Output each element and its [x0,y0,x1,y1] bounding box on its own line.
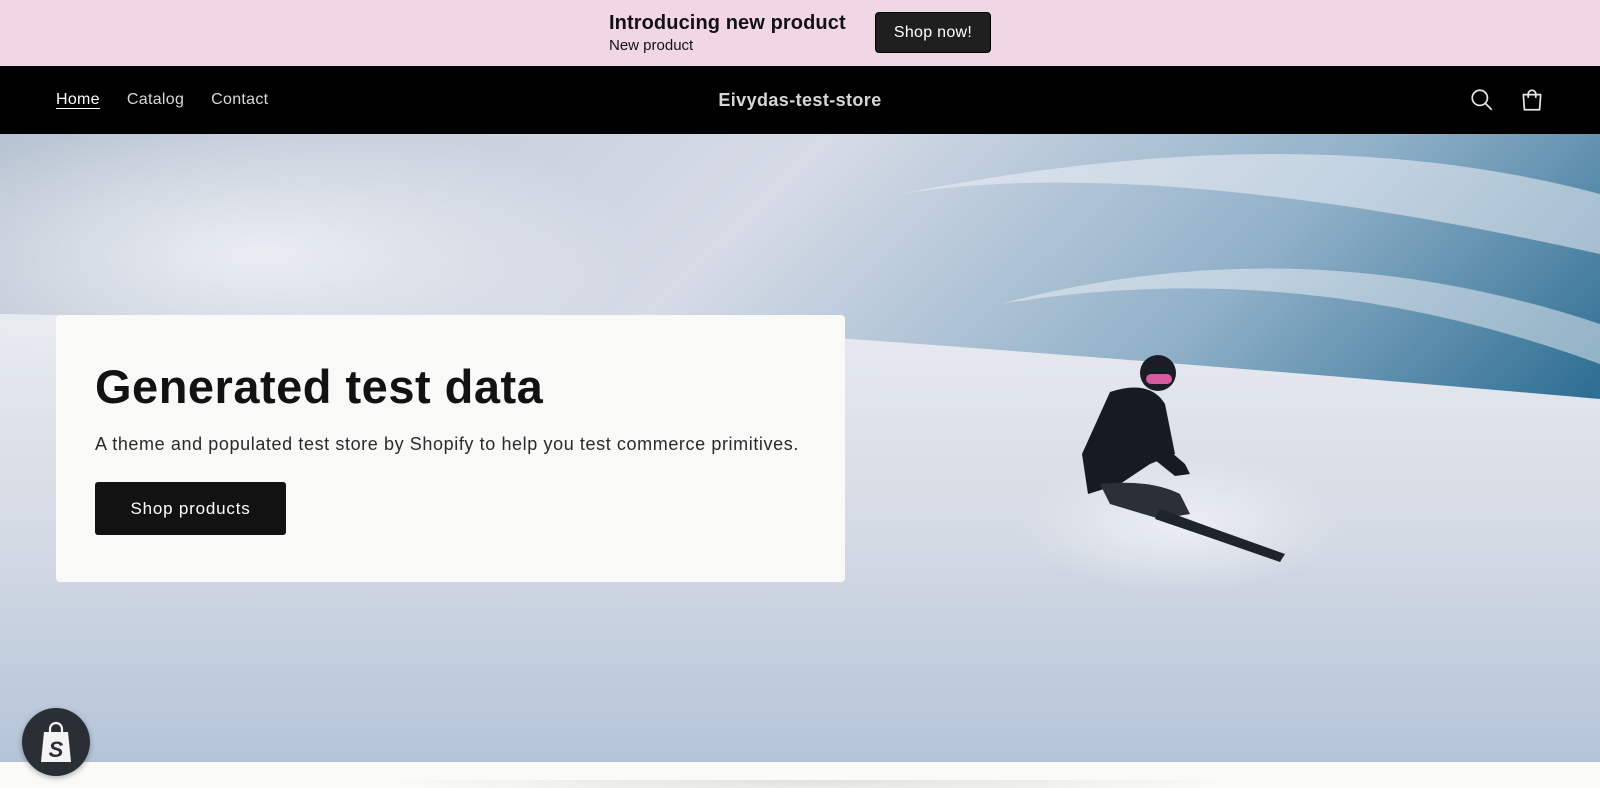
hero-title: Generated test data [95,360,544,413]
hero-content-card: Generated test data A theme and populate… [56,315,845,582]
search-icon [1471,89,1493,111]
announcement-text: Introducing new product New product [609,12,846,55]
site-header: Home Catalog Contact Eivydas-test-store [0,66,1600,134]
next-section-edge [0,762,1600,788]
announcement-title: Introducing new product [609,12,846,34]
nav-contact[interactable]: Contact [211,91,268,109]
announcement-bar: Introducing new product New product Shop… [0,0,1600,66]
hero-banner: Generated test data A theme and populate… [0,134,1600,762]
shopify-badge-button[interactable]: S [22,708,90,776]
svg-text:S: S [49,737,64,762]
hero-subtitle: A theme and populated test store by Shop… [95,434,799,454]
nav-catalog[interactable]: Catalog [127,91,184,109]
announcement-subtitle: New product [609,37,694,54]
shop-products-button[interactable]: Shop products [95,482,286,535]
shopify-bag-icon: S [41,721,71,762]
shop-now-button[interactable]: Shop now! [875,12,991,53]
store-name[interactable]: Eivydas-test-store [718,90,881,110]
main-nav: Home Catalog Contact [56,66,268,134]
search-button[interactable] [1466,84,1498,116]
cart-icon [1522,89,1542,111]
nav-home[interactable]: Home [56,91,100,109]
cart-button[interactable] [1516,84,1548,116]
section-shadow [370,780,1250,788]
